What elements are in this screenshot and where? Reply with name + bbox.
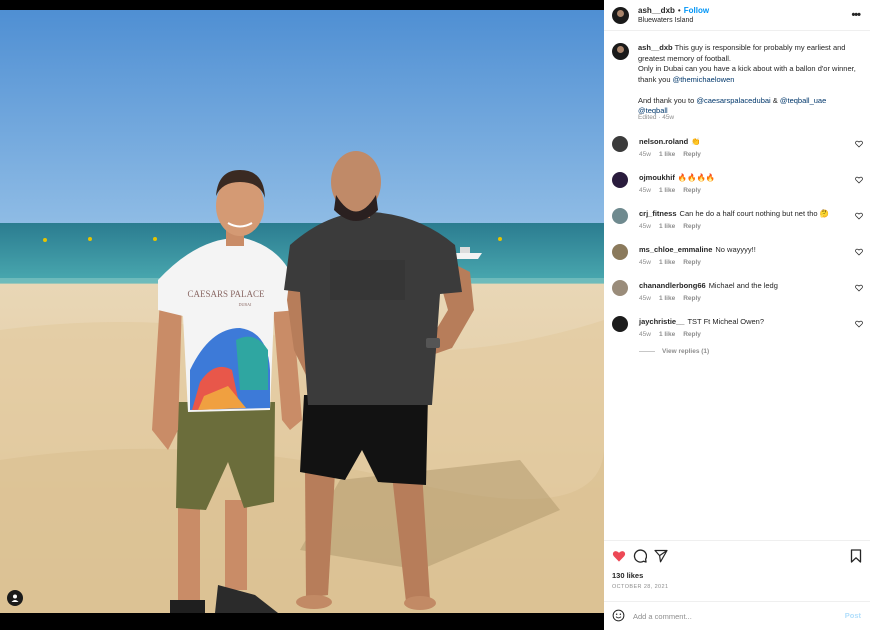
- view-replies-label: View replies (1): [662, 348, 710, 355]
- user-tag-button[interactable]: [7, 590, 23, 606]
- owner-username[interactable]: ash__dxb: [638, 6, 675, 15]
- commenter-username[interactable]: nelson.roland: [639, 137, 688, 146]
- mention-link[interactable]: @teqball_uae: [780, 96, 826, 105]
- emoji-icon[interactable]: [612, 609, 625, 622]
- comment-age[interactable]: 45w: [639, 331, 651, 338]
- comment-like-heart-icon[interactable]: [855, 212, 863, 220]
- post-photo[interactable]: CAESARS PALACE DUBAI: [0, 10, 604, 613]
- comment-age[interactable]: 45w: [639, 295, 651, 302]
- view-replies-button[interactable]: View replies (1): [639, 348, 709, 355]
- replies-divider-line: [639, 351, 655, 352]
- caption-text: ash__dxb This guy is responsible for pro…: [638, 43, 860, 117]
- caption-username[interactable]: ash__dxb: [638, 43, 673, 52]
- comment-like-heart-icon[interactable]: [855, 248, 863, 256]
- likes-count[interactable]: 130 likes: [612, 571, 643, 580]
- comment-likes[interactable]: 1 like: [659, 223, 675, 230]
- comment-text: 👏: [691, 137, 701, 146]
- post-header: ash__dxb • Follow Bluewaters Island •••: [604, 0, 870, 31]
- shirt-subtext: DUBAI: [239, 302, 252, 307]
- heart-icon[interactable]: [612, 549, 626, 563]
- follow-button[interactable]: Follow: [684, 6, 709, 15]
- comment-text: Michael and the ledg: [708, 281, 778, 290]
- commenter-username[interactable]: jaychristie__: [639, 317, 684, 326]
- edited-timestamp: Edited · 45w: [638, 114, 675, 121]
- reply-button[interactable]: Reply: [683, 223, 701, 230]
- comment-likes[interactable]: 1 like: [659, 187, 675, 194]
- post-details-panel: ash__dxb • Follow Bluewaters Island ••• as…: [604, 0, 870, 630]
- caption-line2: Only in Dubai can you have a kick about …: [638, 64, 856, 84]
- commenter-username[interactable]: crj_fitness: [639, 209, 677, 218]
- action-bar: [604, 540, 870, 570]
- comment-like-heart-icon[interactable]: [855, 284, 863, 292]
- commenter-username[interactable]: ms_chloe_emmaline: [639, 245, 712, 254]
- location-link[interactable]: Bluewaters Island: [638, 17, 693, 24]
- reply-button[interactable]: Reply: [683, 151, 701, 158]
- user-tag-icon: [11, 594, 19, 602]
- comment-item: ms_chloe_emmaline No wayyyy!! 45w 1 like Re…: [604, 240, 870, 274]
- shirt-text: CAESARS PALACE: [188, 289, 265, 299]
- comment-likes[interactable]: 1 like: [659, 259, 675, 266]
- caption-line3: And thank you to: [638, 95, 697, 105]
- comment-age[interactable]: 45w: [639, 151, 651, 158]
- comment-item: crj_fitness Can he do a half court nothin…: [604, 204, 870, 238]
- add-comment-bar: Post: [604, 601, 870, 630]
- comment-age[interactable]: 45w: [639, 223, 651, 230]
- comment-likes[interactable]: 1 like: [659, 295, 675, 302]
- reply-button[interactable]: Reply: [683, 187, 701, 194]
- commenter-avatar[interactable]: [612, 172, 628, 188]
- comment-text: 🔥🔥🔥🔥: [677, 173, 716, 182]
- comment-text: No wayyyy!!: [715, 245, 756, 254]
- commenter-avatar[interactable]: [612, 280, 628, 296]
- commenter-avatar[interactable]: [612, 244, 628, 260]
- post-comment-button[interactable]: Post: [845, 611, 861, 620]
- comment-item: nelson.roland 👏 45w 1 like Reply: [604, 132, 870, 166]
- bookmark-icon[interactable]: [849, 549, 863, 563]
- comment-age[interactable]: 45w: [639, 259, 651, 266]
- commenter-username[interactable]: chanandlerbong66: [639, 281, 706, 290]
- comment-text: TST Ft Micheal Owen?: [687, 317, 765, 326]
- caption-avatar[interactable]: [612, 43, 629, 60]
- owner-avatar[interactable]: [612, 7, 629, 24]
- comment-input[interactable]: [633, 609, 823, 623]
- comment-age[interactable]: 45w: [639, 187, 651, 194]
- comment-likes[interactable]: 1 like: [659, 331, 675, 338]
- comment-icon[interactable]: [633, 549, 647, 563]
- mention-link[interactable]: @themichaelowen: [673, 75, 735, 84]
- comment-item: chanandlerbong66 Michael and the ledg 45w…: [604, 276, 870, 310]
- reply-button[interactable]: Reply: [683, 295, 701, 302]
- comment-like-heart-icon[interactable]: [855, 140, 863, 148]
- comment-likes[interactable]: 1 like: [659, 151, 675, 158]
- comment-like-heart-icon[interactable]: [855, 320, 863, 328]
- more-icon[interactable]: •••: [851, 9, 861, 21]
- comment-text: Can he do a half court nothing but net t…: [679, 209, 829, 218]
- beach-photo-illustration: CAESARS PALACE DUBAI: [0, 10, 604, 613]
- comment-item: ojmoukhif 🔥🔥🔥🔥 45w 1 like Reply: [604, 168, 870, 202]
- reply-button[interactable]: Reply: [683, 259, 701, 266]
- share-icon[interactable]: [654, 549, 668, 563]
- commenter-avatar[interactable]: [612, 136, 628, 152]
- comment-like-heart-icon[interactable]: [855, 176, 863, 184]
- commenter-avatar[interactable]: [612, 316, 628, 332]
- mention-link[interactable]: @caesarspalacedubai: [696, 96, 770, 105]
- commenter-avatar[interactable]: [612, 208, 628, 224]
- separator-dot: •: [677, 6, 681, 15]
- commenter-username[interactable]: ojmoukhif: [639, 173, 675, 182]
- post-date[interactable]: OCTOBER 28, 2021: [612, 584, 668, 590]
- comment-item: jaychristie__ TST Ft Micheal Owen? 45w 1 l…: [604, 312, 870, 346]
- caption-ampersand: &: [770, 95, 780, 105]
- reply-button[interactable]: Reply: [683, 331, 701, 338]
- owner-username-row: ash__dxb • Follow: [638, 6, 709, 15]
